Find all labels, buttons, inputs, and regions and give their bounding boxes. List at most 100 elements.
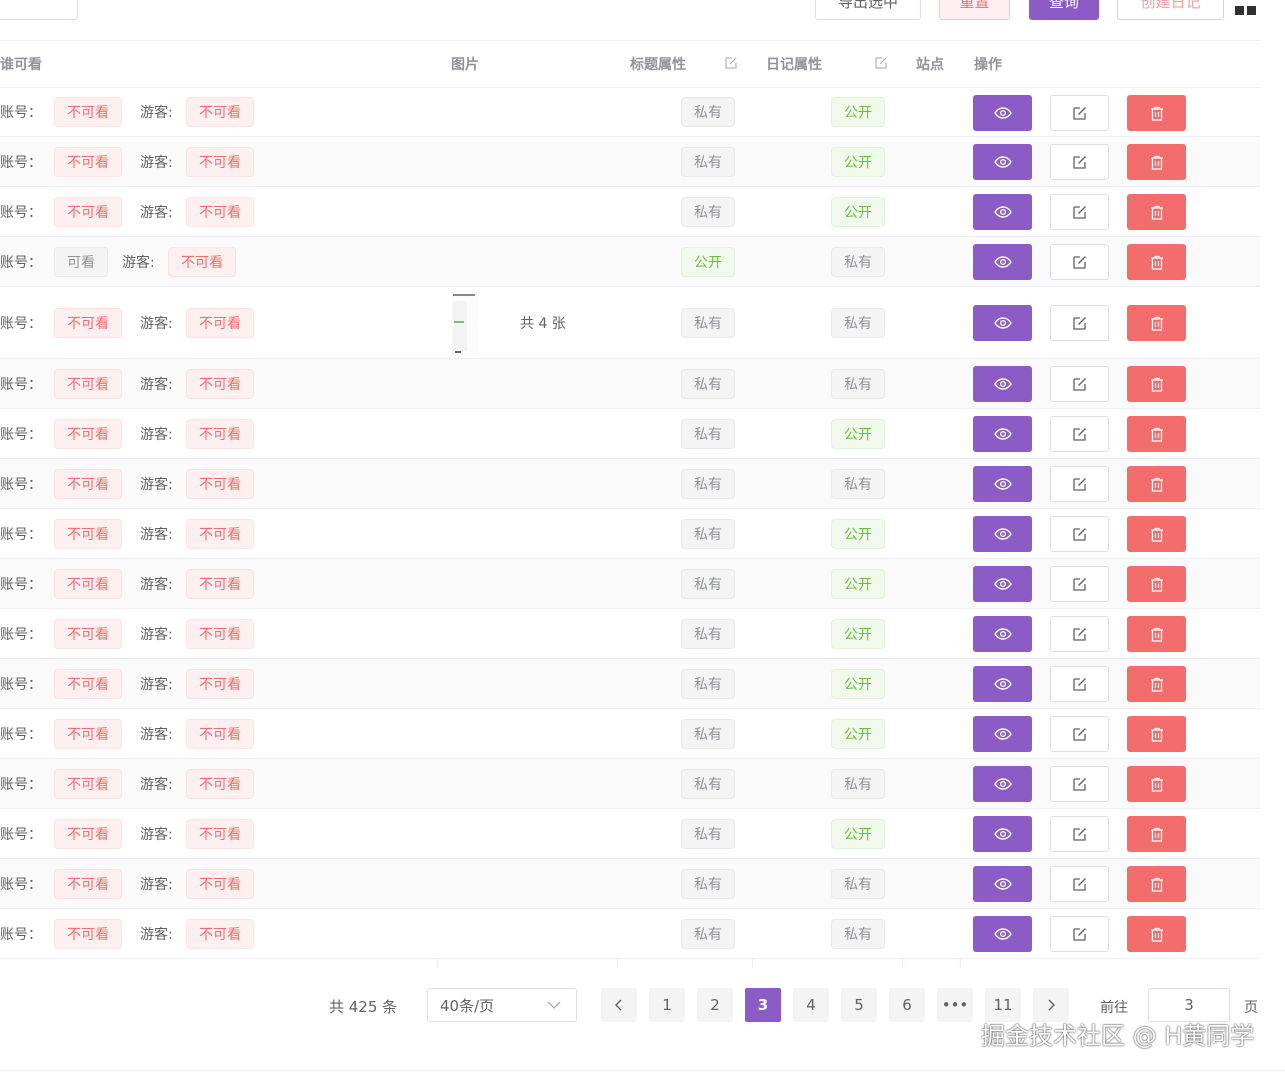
delete-button[interactable] [1127, 666, 1186, 702]
delete-button[interactable] [1127, 95, 1186, 131]
eye-icon [993, 317, 1012, 329]
guest-visibility-cell: 不可看 [186, 759, 254, 808]
trash-icon [1150, 677, 1163, 692]
edit-button[interactable] [1050, 716, 1109, 752]
export-selected-button[interactable]: 导出选中 [815, 0, 921, 20]
guest-label-cell: 游客: [140, 88, 173, 136]
edit-button[interactable] [1050, 666, 1109, 702]
page-button[interactable]: 5 [841, 988, 877, 1022]
edit-button[interactable] [1050, 366, 1109, 402]
visibility-cell: 账号： [0, 287, 42, 358]
delete-button[interactable] [1127, 416, 1186, 452]
view-button[interactable] [973, 666, 1032, 702]
view-button[interactable] [973, 766, 1032, 802]
visibility-cell: 账号： [0, 609, 42, 658]
diary-attr-tag: 公开 [831, 668, 885, 699]
guest-label: 游客: [122, 254, 155, 271]
diary-attr-cell: 公开 [831, 88, 885, 136]
edit-icon[interactable] [724, 56, 738, 70]
edit-button[interactable] [1050, 866, 1109, 902]
page-button[interactable]: 4 [793, 988, 829, 1022]
guest-label: 游客: [140, 154, 173, 171]
grid-icon[interactable] [1235, 3, 1257, 15]
guest-visibility-cell: 不可看 [186, 559, 254, 608]
edit-icon [1072, 317, 1086, 330]
edit-button[interactable] [1050, 305, 1109, 341]
view-button[interactable] [973, 416, 1032, 452]
query-button[interactable]: 查询 [1029, 0, 1099, 20]
diary-attr-tag: 公开 [831, 718, 885, 749]
page-size-select[interactable]: 40条/页 [427, 988, 577, 1022]
edit-button[interactable] [1050, 616, 1109, 652]
edit-button[interactable] [1050, 516, 1109, 552]
delete-button[interactable] [1127, 616, 1186, 652]
delete-button[interactable] [1127, 916, 1186, 952]
delete-button[interactable] [1127, 766, 1186, 802]
delete-button[interactable] [1127, 366, 1186, 402]
view-button[interactable] [973, 244, 1032, 280]
view-button[interactable] [973, 366, 1032, 402]
create-diary-button[interactable]: 创建日记 [1117, 0, 1224, 20]
edit-button[interactable] [1050, 244, 1109, 280]
header-visibility: 谁可看 [0, 57, 42, 73]
account-visibility-cell: 不可看 [54, 137, 122, 186]
view-button[interactable] [973, 566, 1032, 602]
prev-page-button[interactable] [601, 988, 637, 1022]
view-button[interactable] [973, 516, 1032, 552]
delete-button[interactable] [1127, 305, 1186, 341]
view-button[interactable] [973, 95, 1032, 131]
view-button[interactable] [973, 305, 1032, 341]
view-button[interactable] [973, 466, 1032, 502]
edit-icon[interactable] [874, 56, 888, 70]
account-label: 账号： [0, 204, 42, 221]
title-attr-cell: 私有 [681, 287, 735, 358]
more-pages-button[interactable]: ••• [937, 988, 973, 1022]
view-button[interactable] [973, 866, 1032, 902]
edit-button[interactable] [1050, 95, 1109, 131]
delete-button[interactable] [1127, 566, 1186, 602]
delete-button[interactable] [1127, 716, 1186, 752]
edit-button[interactable] [1050, 566, 1109, 602]
trash-icon [1150, 777, 1163, 792]
delete-button[interactable] [1127, 194, 1186, 230]
guest-visibility-cell: 不可看 [186, 859, 254, 908]
edit-button[interactable] [1050, 766, 1109, 802]
edit-button[interactable] [1050, 416, 1109, 452]
account-visibility-cell: 不可看 [54, 88, 122, 136]
edit-button[interactable] [1050, 194, 1109, 230]
reset-button[interactable]: 重置 [939, 0, 1010, 20]
account-label: 账号： [0, 926, 42, 943]
view-button[interactable] [973, 194, 1032, 230]
view-button[interactable] [973, 816, 1032, 852]
diary-attr-tag: 公开 [831, 568, 885, 599]
image-thumbnail[interactable] [451, 291, 478, 355]
edit-button[interactable] [1050, 466, 1109, 502]
delete-button[interactable] [1127, 466, 1186, 502]
view-button[interactable] [973, 716, 1032, 752]
page-button[interactable]: 3 [745, 988, 781, 1022]
view-button[interactable] [973, 144, 1032, 180]
page-button[interactable]: 2 [697, 988, 733, 1022]
page-button[interactable]: 1 [649, 988, 685, 1022]
account-visibility-tag: 不可看 [54, 618, 122, 649]
delete-button[interactable] [1127, 816, 1186, 852]
header-actions: 操作 [974, 57, 1002, 73]
diary-attr-cell: 私有 [831, 759, 885, 808]
account-visibility-cell: 可看 [54, 237, 108, 286]
delete-button[interactable] [1127, 516, 1186, 552]
edit-button[interactable] [1050, 816, 1109, 852]
diary-attr-cell: 公开 [831, 609, 885, 658]
guest-visibility-cell: 不可看 [186, 137, 254, 186]
account-visibility-cell: 不可看 [54, 409, 122, 458]
delete-button[interactable] [1127, 866, 1186, 902]
page-button[interactable]: 6 [889, 988, 925, 1022]
edit-button[interactable] [1050, 916, 1109, 952]
edit-button[interactable] [1050, 144, 1109, 180]
visibility-cell: 账号： [0, 559, 42, 608]
filter-input[interactable] [0, 0, 78, 20]
view-button[interactable] [973, 916, 1032, 952]
account-visibility-cell: 不可看 [54, 609, 122, 658]
view-button[interactable] [973, 616, 1032, 652]
delete-button[interactable] [1127, 144, 1186, 180]
delete-button[interactable] [1127, 244, 1186, 280]
